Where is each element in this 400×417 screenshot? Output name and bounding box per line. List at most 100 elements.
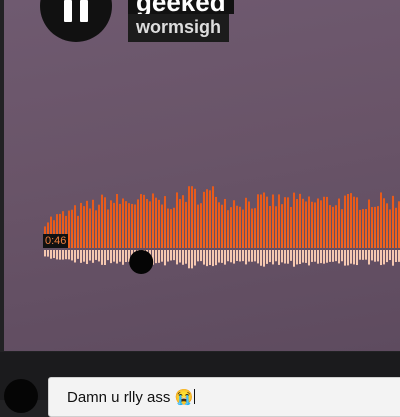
waveform-reflection-bar <box>197 250 199 262</box>
waveform-reflection-bar <box>257 250 259 264</box>
waveform-reflection-bar <box>287 250 289 264</box>
waveform-reflection-bar <box>173 250 175 261</box>
playhead-handle[interactable] <box>129 250 154 274</box>
waveform-bar <box>110 200 112 248</box>
waveform-bar <box>281 204 283 248</box>
waveform-bar <box>359 209 361 248</box>
waveform-reflection-bar <box>155 250 157 264</box>
waveform-bar <box>323 196 325 248</box>
waveform-reflection-bar <box>296 250 298 265</box>
waveform-reflection-bar <box>92 250 94 263</box>
waveform-bar <box>341 209 343 248</box>
waveform-bar <box>92 199 94 248</box>
waveform-bar <box>293 192 295 248</box>
waveform-reflection-bar <box>119 250 121 262</box>
waveform-bar <box>248 201 250 248</box>
waveform-reflection-bar <box>326 250 328 263</box>
track-title[interactable]: geeked <box>128 0 234 14</box>
waveform-reflection-bar <box>206 250 208 267</box>
waveform-reflection-bar <box>71 250 73 261</box>
waveform-reflection-bar <box>317 250 319 264</box>
waveform-reflection-bar <box>176 250 178 265</box>
waveform-bar <box>125 201 127 248</box>
waveform-bar <box>263 192 265 248</box>
waveform-bar <box>284 197 286 248</box>
waveform-reflection-bar <box>386 250 388 263</box>
waveform-reflection-bar <box>56 250 58 260</box>
waveform-reflection-bar <box>305 250 307 263</box>
waveform-bar <box>161 204 163 248</box>
pause-button[interactable] <box>40 0 112 42</box>
waveform-bar <box>278 194 280 248</box>
waveform-reflection-bar <box>98 250 100 262</box>
waveform-reflection-bar <box>86 250 88 265</box>
waveform-reflection-bar <box>101 250 103 265</box>
waveform-reflection-bar <box>200 250 202 262</box>
waveform-bar <box>86 200 88 248</box>
comment-text: Damn u rlly ass 😭 <box>67 389 194 406</box>
waveform-reflection-bar <box>368 250 370 265</box>
waveform-bar <box>128 203 130 248</box>
waveform-bar <box>209 190 211 248</box>
waveform-bar <box>140 194 142 248</box>
waveform-reflection-bar <box>302 250 304 263</box>
waveform-reflection-bar <box>380 250 382 266</box>
waveform-reflection-bar <box>113 250 115 262</box>
current-time: 0:46 <box>43 234 69 248</box>
waveform-bar <box>380 192 382 248</box>
waveform-reflection-bar <box>164 250 166 266</box>
waveform-reflection-bar <box>377 250 379 262</box>
waveform-bar <box>197 204 199 248</box>
waveform-reflection-bar <box>290 250 292 261</box>
waveform-reflection-bar <box>170 250 172 261</box>
waveform-reflection-bar <box>371 250 373 261</box>
waveform-reflection-bar <box>374 250 376 262</box>
waveform-reflection-bar <box>53 250 55 259</box>
waveform-reflection-bar <box>233 250 235 264</box>
waveform-bar <box>383 198 385 248</box>
waveform-bar <box>287 197 289 248</box>
waveform-bar <box>182 195 184 248</box>
waveform-bar <box>116 194 118 248</box>
waveform-bar <box>203 191 205 248</box>
waveform-reflection-bar <box>59 250 61 260</box>
waveform-reflection-bar <box>116 250 118 264</box>
waveform-bar <box>338 198 340 248</box>
waveform-reflection-bar <box>191 250 193 269</box>
waveform-reflection-bar <box>248 250 250 262</box>
waveform-reflection-bar <box>389 250 391 261</box>
waveform-bar <box>314 202 316 248</box>
comment-input[interactable]: Damn u rlly ass 😭 <box>48 377 400 417</box>
waveform-bar <box>146 199 148 248</box>
waveform-reflection-bar <box>359 250 361 260</box>
waveform-bar <box>239 206 241 248</box>
pause-icon <box>80 0 88 22</box>
artist-name[interactable]: wormsigh <box>128 14 230 42</box>
text-caret <box>194 389 196 404</box>
waveform-reflection-bar <box>185 250 187 264</box>
waveform-bar <box>272 194 274 248</box>
waveform-reflection-bar <box>275 250 277 262</box>
waveform-reflection-bar <box>104 250 106 265</box>
waveform-reflection-bar <box>269 250 271 263</box>
waveform-reflection-bar <box>161 250 163 262</box>
waveform[interactable] <box>44 170 400 290</box>
waveform-reflection-bar <box>179 250 181 263</box>
waveform-reflection-bar <box>314 250 316 262</box>
waveform-reflection-bar <box>44 250 46 257</box>
waveform-bar <box>215 196 217 248</box>
waveform-reflection-bar <box>65 250 67 260</box>
waveform-bar <box>290 206 292 248</box>
waveform-bar <box>311 201 313 248</box>
waveform-reflection-bar <box>236 250 238 261</box>
waveform-bar <box>254 208 256 248</box>
waveform-reflection-bar <box>203 250 205 265</box>
waveform-bar <box>119 203 121 248</box>
waveform-bar <box>149 201 151 248</box>
waveform-reflection-bar <box>251 250 253 262</box>
waveform-bar <box>101 194 103 248</box>
waveform-bar <box>245 197 247 248</box>
waveform-reflection-bar <box>107 250 109 261</box>
waveform-reflection-bar <box>395 250 397 263</box>
waveform-reflection-bar <box>383 250 385 265</box>
